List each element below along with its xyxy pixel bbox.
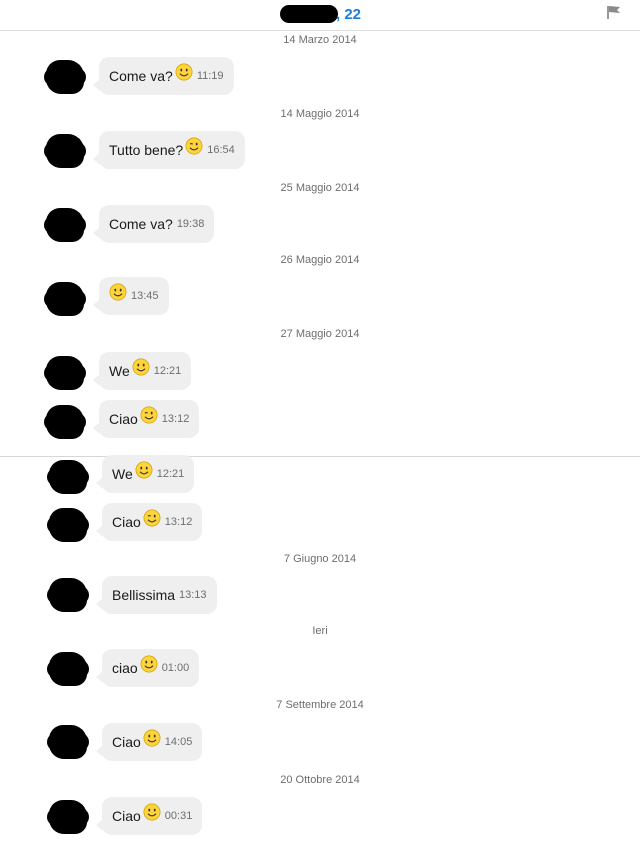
avatar[interactable] — [47, 725, 89, 759]
message-time: 16:54 — [207, 144, 235, 156]
message-bubble[interactable]: We 12:21 — [92, 352, 192, 390]
smile-emoji — [143, 803, 161, 821]
message-bubble[interactable]: Come va? 11:19 — [93, 57, 234, 95]
avatar[interactable] — [44, 405, 86, 439]
message-bubble[interactable]: Tutto bene? 16:54 — [93, 131, 245, 169]
message-bubble[interactable]: ciao 01:00 — [95, 649, 200, 687]
contact-age: , 22 — [336, 5, 362, 23]
message-time: 13:45 — [131, 290, 159, 302]
date-separator: Ieri — [312, 625, 328, 637]
smile-emoji — [132, 358, 150, 376]
avatar[interactable] — [44, 356, 86, 390]
avatar[interactable] — [47, 578, 89, 612]
date-separator: 7 Settembre 2014 — [276, 699, 364, 711]
screenshot-divider — [0, 456, 640, 457]
message-bubble[interactable]: Come va? 19:38 — [92, 205, 215, 243]
message-text: ciao — [112, 660, 138, 676]
smile-emoji — [135, 461, 153, 479]
message-text: We — [112, 466, 133, 482]
message-bubble[interactable]: Bellissima 13:13 — [96, 576, 217, 614]
avatar[interactable] — [44, 282, 86, 316]
date-separator: 20 Ottobre 2014 — [280, 774, 360, 786]
avatar[interactable] — [44, 60, 86, 94]
avatar[interactable] — [47, 652, 89, 686]
message-bubble[interactable]: Ciao 00:31 — [95, 797, 203, 835]
message-text: Bellissima — [112, 587, 176, 603]
message-time: 13:13 — [179, 589, 207, 601]
wink-emoji — [143, 509, 161, 527]
date-separator: 14 Maggio 2014 — [280, 108, 360, 120]
avatar[interactable] — [47, 508, 89, 542]
message-time: 12:21 — [156, 468, 185, 480]
message-bubble[interactable]: 13:45 — [93, 277, 169, 315]
message-bubble[interactable]: Ciao 14:05 — [95, 723, 203, 761]
message-time: 01:00 — [161, 662, 190, 674]
message-text: We — [109, 363, 130, 379]
avatar[interactable] — [47, 800, 89, 834]
message-time: 13:12 — [161, 413, 190, 425]
redacted-name — [280, 5, 338, 23]
message-text: Ciao — [112, 734, 141, 750]
message-time: 19:38 — [176, 218, 205, 230]
smile-emoji — [109, 283, 127, 301]
contact-name[interactable]: , 22 — [280, 3, 361, 25]
date-separator: 26 Maggio 2014 — [280, 254, 360, 266]
message-text: Ciao — [112, 808, 141, 824]
date-separator: 25 Maggio 2014 — [280, 182, 360, 194]
date-separator: 7 Giugno 2014 — [283, 553, 357, 565]
avatar[interactable] — [47, 460, 89, 494]
avatar[interactable] — [44, 134, 86, 168]
wink-emoji — [140, 406, 158, 424]
chat-header: , 22 — [0, 0, 640, 31]
message-time: 14:05 — [164, 736, 193, 748]
smile-emoji — [143, 729, 161, 747]
message-bubble[interactable]: We 12:21 — [95, 455, 195, 493]
message-text: Ciao — [112, 514, 141, 530]
message-time: 12:21 — [153, 365, 182, 377]
avatar[interactable] — [44, 208, 86, 242]
wink-emoji — [185, 137, 203, 155]
date-separator: 14 Marzo 2014 — [283, 34, 357, 46]
message-bubble[interactable]: Ciao 13:12 — [95, 503, 203, 541]
message-text: Come va? — [109, 68, 173, 84]
date-separator: 27 Maggio 2014 — [280, 328, 360, 340]
message-text: Ciao — [109, 411, 138, 427]
message-time: 11:19 — [196, 70, 224, 82]
message-text: Tutto bene? — [109, 142, 184, 158]
message-text: Come va? — [109, 216, 173, 232]
flag-icon[interactable] — [606, 4, 622, 20]
message-time: 00:31 — [164, 810, 193, 822]
message-time: 13:12 — [164, 516, 193, 528]
smile-emoji — [175, 63, 193, 81]
smile-emoji — [140, 655, 158, 673]
message-bubble[interactable]: Ciao 13:12 — [92, 400, 200, 438]
